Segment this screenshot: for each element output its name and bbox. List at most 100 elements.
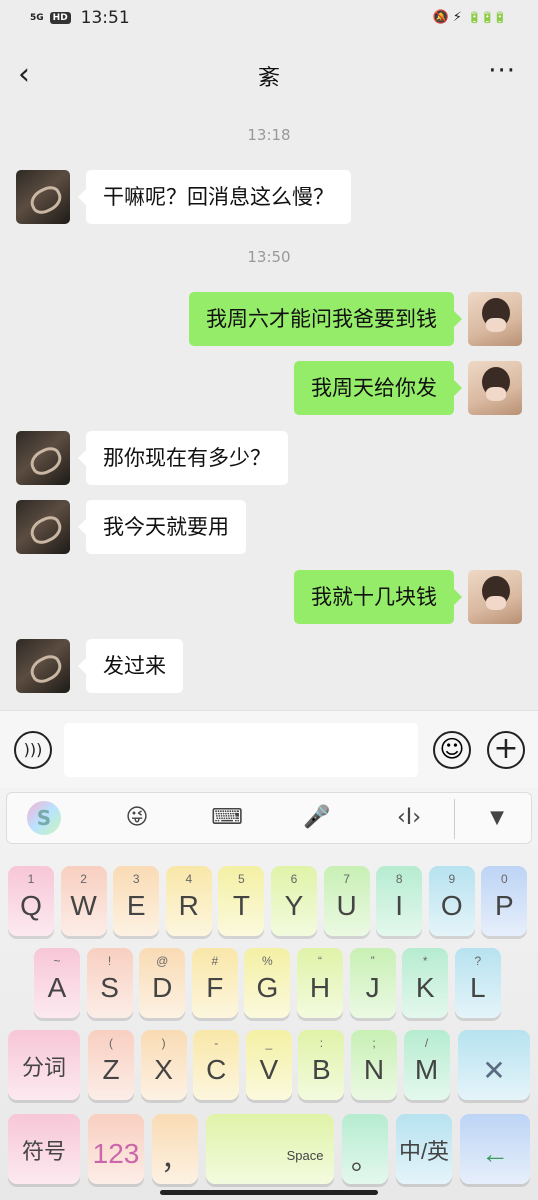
- message-bubble-outgoing[interactable]: 我就十几块钱: [294, 570, 462, 624]
- key-secondary-label: !: [107, 954, 112, 968]
- message-input[interactable]: [64, 723, 418, 777]
- key-row1-8[interactable]: 9O: [428, 866, 475, 936]
- key-row4-6[interactable]: ←: [460, 1114, 530, 1184]
- key-secondary-label: /: [424, 1036, 429, 1050]
- key-row1-5[interactable]: 6Y: [271, 866, 317, 936]
- key-row2-4[interactable]: % G: [244, 948, 291, 1018]
- microphone-icon[interactable]: 🎤: [287, 793, 347, 843]
- key-label: ，: [160, 1144, 189, 1175]
- key-secondary-label: %: [262, 954, 273, 968]
- ime-logo-icon[interactable]: S: [27, 801, 61, 835]
- key-row4-3[interactable]: Space: [206, 1114, 334, 1184]
- key-label: 符号: [21, 1139, 66, 1164]
- key-row3-3[interactable]: -C: [193, 1030, 240, 1100]
- key-secondary-label: 3: [132, 872, 140, 886]
- key-label: Z: [102, 1054, 120, 1085]
- message-bubble-incoming[interactable]: 那你现在有多少？: [78, 431, 288, 485]
- key-row4-2[interactable]: ，: [152, 1114, 198, 1184]
- key-secondary-label: 0: [501, 872, 508, 886]
- key-row1-9[interactable]: 0P: [481, 866, 528, 936]
- key-label: C: [206, 1054, 227, 1085]
- key-row1-4[interactable]: 5T: [218, 866, 265, 936]
- avatar-self[interactable]: [468, 570, 522, 624]
- key-row3-2[interactable]: ) X: [140, 1030, 187, 1100]
- status-icons: 🔕 ⚡: [432, 10, 462, 25]
- key-row3-6[interactable]: ; N: [351, 1030, 397, 1100]
- key-row2-0[interactable]: ~ A: [34, 948, 80, 1018]
- key-label: 中/英: [398, 1139, 450, 1164]
- key-label: P: [495, 890, 514, 921]
- avatar-contact[interactable]: [16, 639, 70, 693]
- key-secondary-label: :: [319, 1036, 324, 1050]
- key-row3-8[interactable]: ✕: [458, 1030, 530, 1100]
- key-row2-2[interactable]: @ D: [139, 948, 186, 1018]
- key-secondary-label: 9: [448, 872, 456, 886]
- key-label: R: [178, 890, 199, 921]
- toolbar-divider: [454, 799, 455, 839]
- avatar-self[interactable]: [468, 361, 522, 415]
- message-bubble-incoming[interactable]: 干嘛呢？回消息这么慢？: [78, 170, 351, 224]
- home-indicator: [160, 1190, 378, 1195]
- hd-badge: HD: [49, 12, 71, 24]
- keyboard-toolbar: S 😜 ⌨ 🎤 ‹I› ▼: [6, 792, 532, 844]
- key-row3-0[interactable]: 分词: [8, 1030, 80, 1100]
- collapse-keyboard-icon[interactable]: ▼: [467, 793, 527, 843]
- key-secondary-label: 7: [343, 872, 350, 886]
- avatar-contact[interactable]: [16, 431, 70, 485]
- key-row4-5[interactable]: 中/英: [396, 1114, 452, 1184]
- key-secondary-label: 5: [238, 872, 245, 886]
- message-bubble-incoming[interactable]: 我今天就要用: [78, 500, 246, 554]
- message-bubble-incoming[interactable]: 发过来: [78, 639, 183, 693]
- avatar-contact[interactable]: [16, 170, 70, 224]
- key-label: D: [152, 972, 173, 1003]
- key-secondary-label: @: [156, 954, 169, 968]
- key-row2-3[interactable]: # F: [191, 948, 238, 1018]
- key-secondary-label: 1: [27, 872, 35, 886]
- key-row3-5[interactable]: :B: [298, 1030, 345, 1100]
- cursor-move-icon[interactable]: ‹I›: [379, 793, 439, 843]
- key-label: J: [365, 972, 380, 1003]
- key-label: B: [312, 1054, 331, 1085]
- signal-indicator: 5G: [30, 12, 44, 23]
- emoji-sticker-icon[interactable]: 😜: [107, 793, 167, 843]
- key-row1-3[interactable]: 4R: [165, 866, 212, 936]
- voice-input-icon[interactable]: ))): [14, 731, 52, 769]
- plus-icon[interactable]: +: [487, 731, 525, 769]
- key-row2-6[interactable]: ” J: [349, 948, 396, 1018]
- avatar-self[interactable]: [468, 292, 522, 346]
- key-row1-6[interactable]: 7U: [323, 866, 370, 936]
- key-label: 分词: [21, 1055, 66, 1080]
- key-row2-5[interactable]: “H: [297, 948, 343, 1018]
- key-row1-7[interactable]: 8I: [376, 866, 423, 936]
- emoji-icon[interactable]: ☺: [433, 731, 471, 769]
- timestamp: 13:18: [247, 126, 291, 144]
- keyboard-layout-icon[interactable]: ⌨: [197, 793, 257, 843]
- key-row1-1[interactable]: 2W: [60, 866, 107, 936]
- key-row1-0[interactable]: 1Q: [8, 866, 54, 936]
- key-label: Space: [286, 1148, 324, 1163]
- key-row3-7[interactable]: / M: [403, 1030, 450, 1100]
- key-label: ✕: [482, 1055, 506, 1086]
- key-row4-1[interactable]: 123: [88, 1114, 144, 1184]
- key-row2-8[interactable]: ? L: [454, 948, 501, 1018]
- key-label: Q: [20, 890, 42, 921]
- key-row2-7[interactable]: * K: [402, 948, 449, 1018]
- key-secondary-label: 2: [80, 872, 87, 886]
- key-row1-2[interactable]: 3E: [113, 866, 160, 936]
- more-options-icon[interactable]: ···: [488, 56, 516, 86]
- message-bubble-outgoing[interactable]: 我周六才能问我爸要到钱: [189, 292, 462, 346]
- key-label: K: [415, 972, 435, 1003]
- key-label: E: [126, 890, 146, 921]
- key-row3-1[interactable]: (Z: [88, 1030, 134, 1100]
- key-label: W: [70, 890, 97, 921]
- key-row2-1[interactable]: ! S: [86, 948, 133, 1018]
- key-label: U: [336, 890, 357, 921]
- key-row4-4[interactable]: 。: [342, 1114, 388, 1184]
- key-row4-0[interactable]: 符号: [8, 1114, 80, 1184]
- avatar-contact[interactable]: [16, 500, 70, 554]
- message-bubble-outgoing[interactable]: 我周天给你发: [294, 361, 462, 415]
- key-label: O: [440, 890, 463, 921]
- key-row3-4[interactable]: _ V: [245, 1030, 292, 1100]
- key-secondary-label: 8: [395, 872, 403, 886]
- key-secondary-label: (: [109, 1036, 113, 1050]
